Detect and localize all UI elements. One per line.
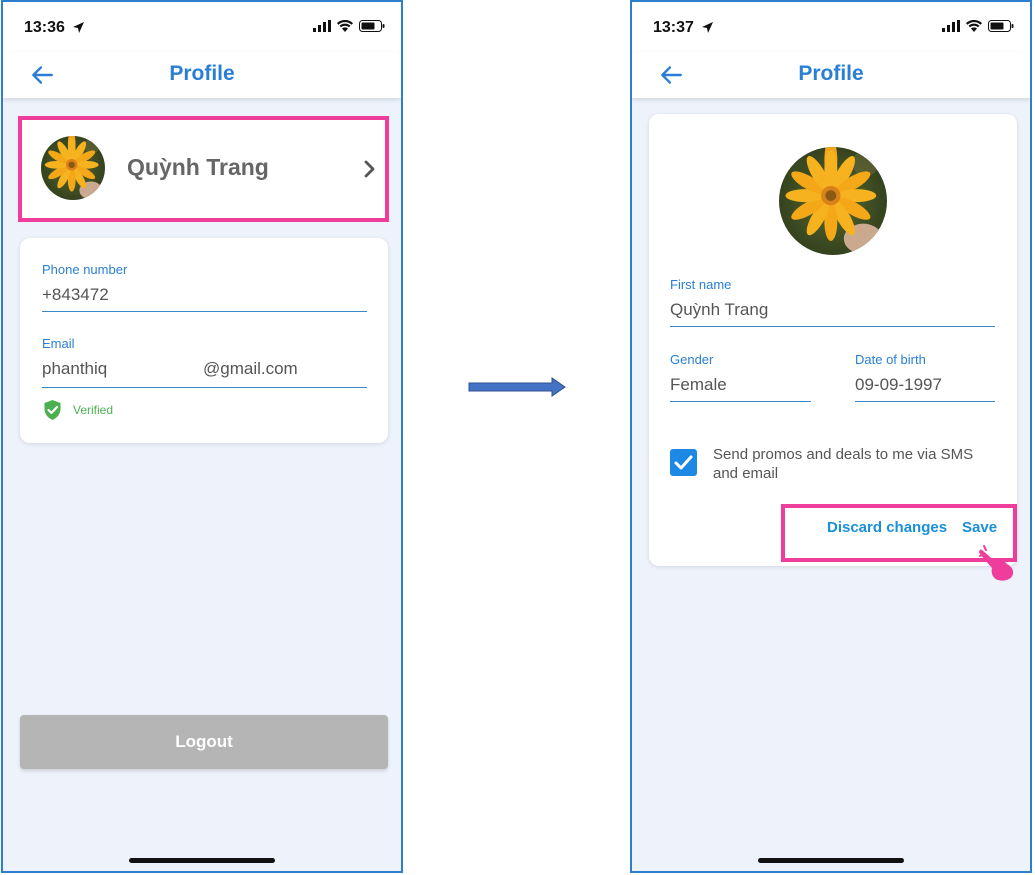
location-arrow-icon [73, 22, 85, 34]
wifi-icon [966, 20, 982, 32]
page-title: Profile [798, 62, 864, 85]
contact-card: Phone number +843472 Email phanthiq @gma… [20, 238, 388, 443]
promo-checkbox[interactable] [670, 449, 697, 476]
dob-input[interactable]: 09-09-1997 [855, 375, 995, 402]
email-domain: @gmail.com [203, 359, 298, 378]
logout-button[interactable]: Logout [20, 715, 388, 769]
profile-screen-left: 13:36 Profile Quỳnh Trang Phone number +… [1, 0, 403, 873]
phone-label: Phone number [42, 262, 128, 277]
verified-label: Verified [73, 403, 114, 417]
home-indicator [129, 858, 275, 863]
edit-profile-card: First name Quỳnh Trang Gender Female Dat… [649, 114, 1017, 566]
phone-field[interactable]: +843472 [42, 285, 367, 312]
wifi-icon [337, 20, 353, 32]
promo-label-line1: Send promos and deals to me via SMS [713, 446, 974, 463]
dob-label: Date of birth [855, 352, 926, 367]
email-field[interactable]: phanthiq @gmail.com [42, 359, 367, 388]
pointing-hand-icon [979, 545, 1014, 581]
highlight-box-profile [18, 116, 389, 222]
home-indicator [758, 858, 904, 863]
profile-edit-screen-right: 13:37 Profile First name Quỳnh Trang Gen… [630, 0, 1032, 873]
battery-icon [988, 20, 1014, 32]
page-title: Profile [169, 62, 235, 85]
flow-arrow-icon [468, 377, 566, 397]
email-label: Email [42, 336, 75, 351]
avatar[interactable] [779, 147, 887, 255]
promo-label-line2: and email [713, 465, 779, 482]
location-arrow-icon [702, 22, 714, 34]
nav-bar: Profile [3, 52, 401, 98]
status-bar: 13:36 [3, 2, 401, 52]
nav-bar: Profile [632, 52, 1030, 98]
email-local: phanthiq [42, 359, 108, 378]
signal-icon [313, 20, 331, 32]
status-time: 13:37 [653, 19, 714, 37]
gender-select[interactable]: Female [670, 375, 811, 402]
gender-label: Gender [670, 352, 714, 367]
signal-icon [942, 20, 960, 32]
first-name-label: First name [670, 277, 732, 292]
status-icons [942, 20, 1014, 32]
status-icons [313, 20, 385, 32]
battery-icon [359, 20, 385, 32]
status-time: 13:36 [24, 19, 85, 37]
status-bar: 13:37 [632, 2, 1030, 52]
promo-label: Send promos and deals to me via SMS and … [713, 445, 973, 483]
first-name-input[interactable]: Quỳnh Trang [670, 300, 995, 327]
shield-check-icon [44, 400, 61, 420]
checkmark-icon [674, 455, 693, 470]
